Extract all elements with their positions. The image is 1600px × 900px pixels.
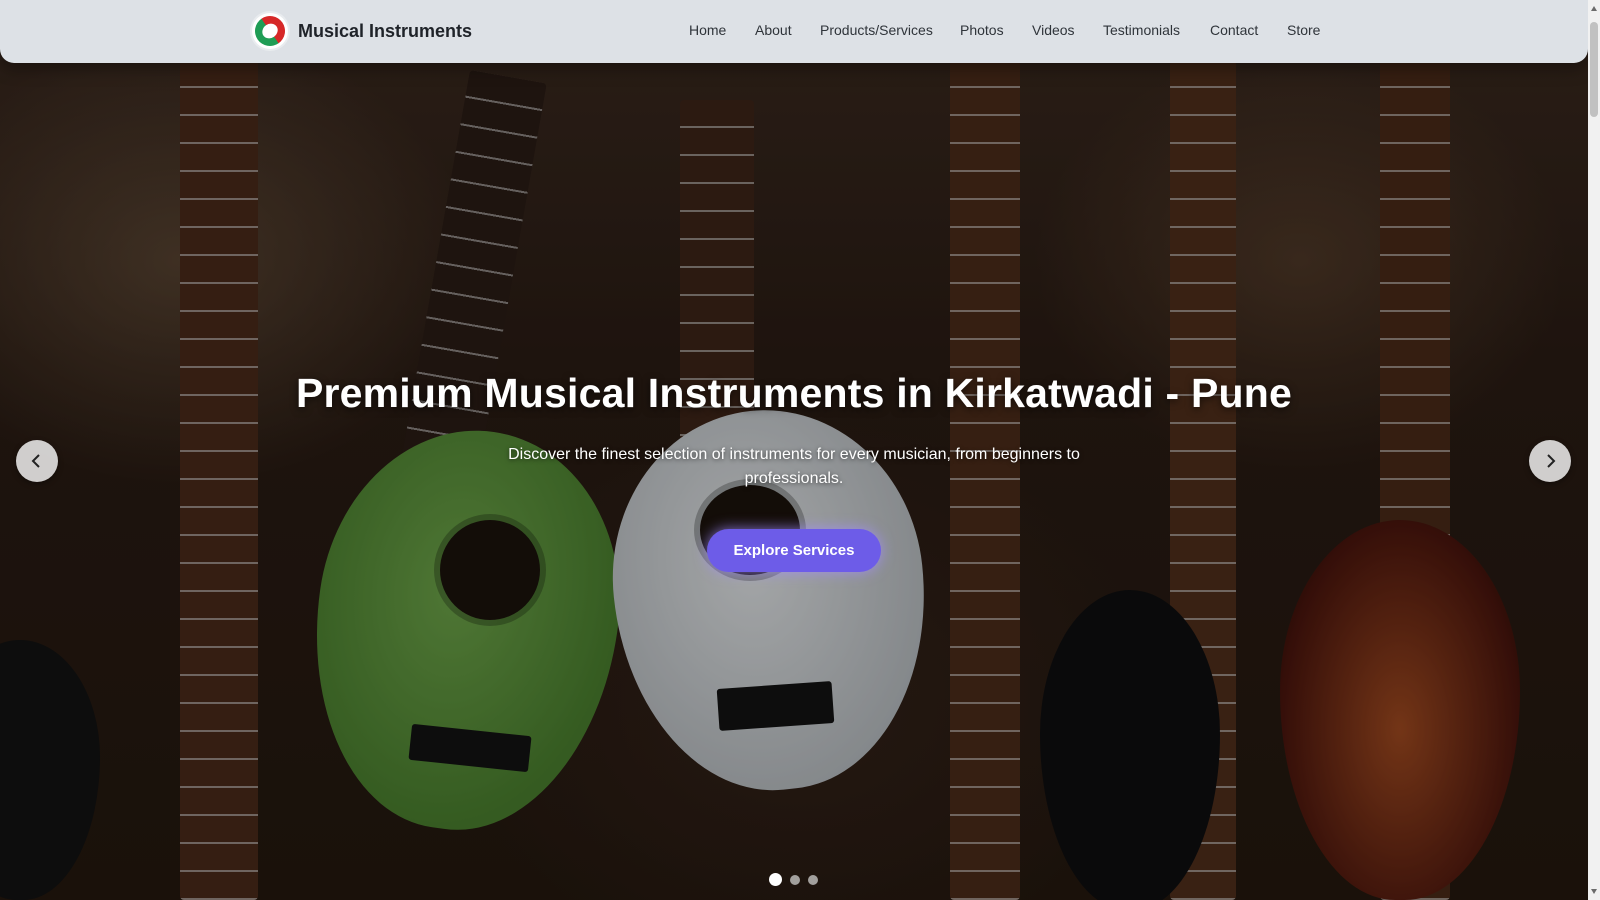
carousel-prev-button[interactable] (16, 440, 58, 482)
hero-title: Premium Musical Instruments in Kirkatwad… (295, 370, 1293, 416)
hero-subtitle: Discover the finest selection of instrum… (508, 446, 1080, 487)
explore-services-button[interactable]: Explore Services (706, 529, 882, 572)
hero-content: Premium Musical Instruments in Kirkatwad… (0, 370, 1588, 572)
nav-about[interactable]: About (755, 22, 792, 38)
carousel-dot-2[interactable] (790, 874, 800, 885)
brand-name: Musical Instruments (298, 20, 473, 41)
scroll-thumb[interactable] (1590, 22, 1598, 117)
nav-home[interactable]: Home (689, 22, 726, 38)
brand[interactable]: Musical Instruments (252, 13, 472, 49)
chevron-right-icon (1547, 454, 1556, 468)
nav-products-services[interactable]: Products/Services (820, 22, 933, 38)
carousel-next-button[interactable] (1529, 440, 1571, 482)
nav-contact[interactable]: Contact (1210, 22, 1258, 38)
brand-logo-icon (252, 13, 288, 49)
nav-store[interactable]: Store (1287, 22, 1320, 38)
carousel-dot-3[interactable] (808, 874, 818, 885)
chevron-left-icon (31, 454, 40, 468)
carousel-dot-1[interactable] (769, 873, 782, 886)
navbar: Musical Instruments Home About Products/… (0, 0, 1588, 63)
scroll-up-icon[interactable] (1591, 6, 1597, 11)
page-scrollbar[interactable] (1588, 0, 1600, 900)
carousel-indicators (769, 873, 826, 886)
nav-testimonials[interactable]: Testimonials (1103, 22, 1180, 38)
scroll-down-icon[interactable] (1591, 889, 1597, 894)
nav-videos[interactable]: Videos (1032, 22, 1075, 38)
nav-photos[interactable]: Photos (960, 22, 1004, 38)
